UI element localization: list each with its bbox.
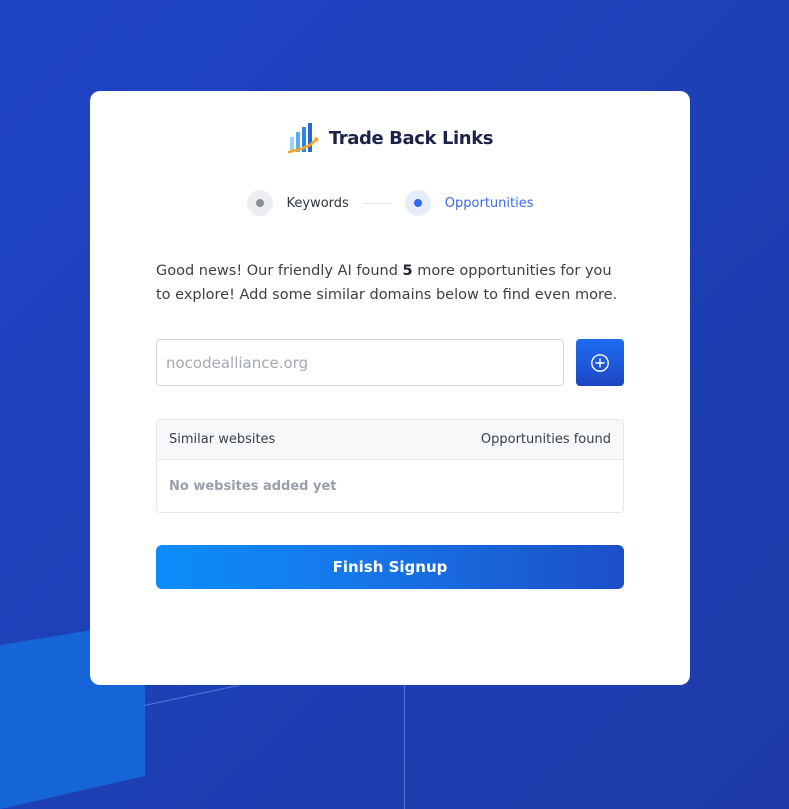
finish-signup-button[interactable]: Finish Signup [156, 545, 624, 589]
add-domain-button[interactable] [576, 339, 624, 386]
intro-text-before: Good news! Our friendly AI found [156, 263, 403, 279]
progress-steps: Keywords Opportunities [90, 190, 690, 216]
background-line [144, 685, 239, 706]
step-keywords[interactable]: Keywords [246, 190, 349, 216]
domain-input[interactable] [156, 339, 564, 386]
bar-chart-growth-icon [287, 123, 319, 154]
brand-header: Trade Back Links [90, 121, 690, 155]
step-indicator-icon [246, 190, 273, 216]
step-connector [362, 202, 391, 204]
column-similar-websites: Similar websites [169, 432, 276, 447]
plus-circle-icon [591, 353, 609, 372]
intro-message: Good news! Our friendly AI found 5 more … [156, 259, 626, 307]
step-indicator-icon [404, 190, 431, 216]
table-header: Similar websites Opportunities found [157, 420, 623, 460]
step-label: Keywords [286, 195, 349, 211]
table-empty-state: No websites added yet [169, 478, 337, 494]
similar-websites-table: Similar websites Opportunities found No … [156, 419, 624, 513]
signup-card: Trade Back Links Keywords Opportunities … [90, 91, 690, 685]
step-opportunities[interactable]: Opportunities [404, 190, 534, 216]
column-opportunities-found: Opportunities found [480, 432, 611, 447]
step-label: Opportunities [444, 195, 534, 211]
opportunity-count: 5 [402, 263, 413, 279]
brand-name: Trade Back Links [328, 127, 494, 149]
background-line [404, 685, 405, 809]
